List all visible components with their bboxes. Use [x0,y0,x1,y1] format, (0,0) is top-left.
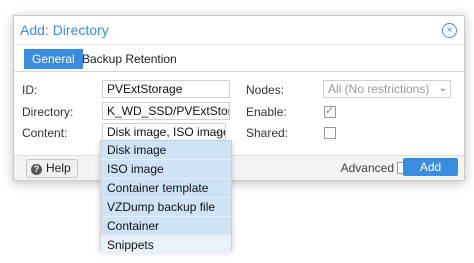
advanced-label: Advanced [340,161,394,175]
tab-bar: General Backup Retention [14,45,464,72]
option-vzdump-backup-file[interactable]: VZDump backup file [101,198,231,217]
chevron-down-icon: ⌄ [213,126,222,137]
enable-label: Enable: [246,105,287,119]
shared-checkbox[interactable] [324,127,336,139]
add-button[interactable]: Add [403,158,458,176]
add-directory-dialog: Add: Directory × General Backup Retentio… [13,15,465,181]
nodes-select-value: All (No restrictions) [328,82,430,96]
option-snippets[interactable]: Snippets [101,236,231,254]
close-icon[interactable]: × [442,23,457,38]
option-container-template[interactable]: Container template [101,179,231,198]
help-icon: ? [31,164,42,175]
id-label: ID: [22,83,38,97]
help-button[interactable]: ? Help [26,159,78,178]
option-container[interactable]: Container [101,217,231,236]
nodes-select[interactable]: All (No restrictions) ⌄ [323,80,451,98]
dialog-footer: ? Help Advanced Add [14,155,464,180]
option-disk-image[interactable]: Disk image [101,141,231,160]
dialog-titlebar: Add: Directory × [14,16,464,45]
content-select[interactable]: Disk image, ISO image, ⌄ [102,123,226,141]
enable-checkbox[interactable]: ✓ [324,105,336,118]
directory-field[interactable]: K_WD_SSD/PVExtStorage/ [102,102,230,120]
nodes-label: Nodes: [246,83,285,97]
check-icon: ✓ [325,105,335,117]
dialog-title: Add: Directory [20,22,109,38]
help-button-label: Help [46,161,71,175]
content-select-value: Disk image, ISO image, [107,125,226,139]
id-field[interactable]: PVExtStorage [102,80,230,98]
content-dropdown-list: Disk image ISO image Container template … [100,140,232,254]
shared-label: Shared: [246,126,289,140]
content-label: Content: [22,126,68,140]
directory-label: Directory: [22,105,74,119]
chevron-down-icon: ⌄ [438,83,447,94]
option-iso-image[interactable]: ISO image [101,160,231,179]
tab-backup-retention[interactable]: Backup Retention [74,49,185,69]
